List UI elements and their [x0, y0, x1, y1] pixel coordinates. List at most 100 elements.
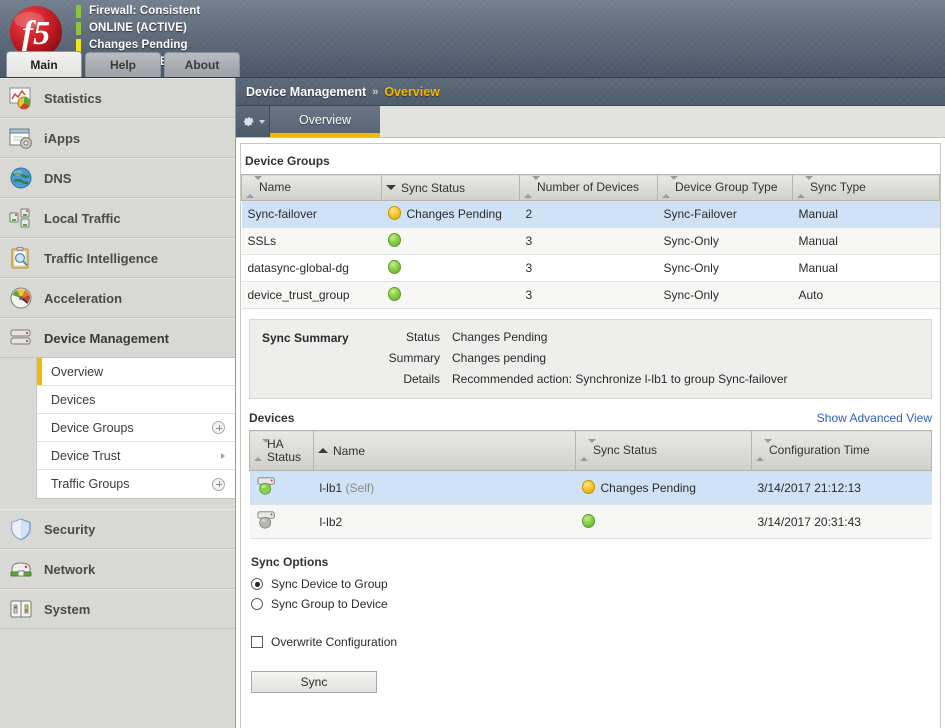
- table-row[interactable]: l-lb2 3/14/2017 20:31:43: [250, 505, 932, 539]
- cell-name: datasync-global-dg: [242, 255, 382, 282]
- tab-help[interactable]: Help: [85, 52, 161, 77]
- table-header-row: Name Sync Status Number of Devices Devic…: [242, 175, 940, 201]
- cell-name: device_trust_group: [242, 282, 382, 309]
- cell-ha-status: [250, 505, 314, 539]
- column-header-sync-type[interactable]: Sync Type: [793, 175, 940, 201]
- column-header-device-group-type[interactable]: Device Group Type: [658, 175, 793, 201]
- sidebar-item-network[interactable]: Network: [0, 549, 235, 589]
- tab-main[interactable]: Main: [6, 51, 82, 77]
- cell-sync-type: Manual: [793, 255, 940, 282]
- column-header-name[interactable]: Name: [242, 175, 382, 201]
- sidebar-item-dns[interactable]: DNS: [0, 158, 235, 198]
- column-header-ha-status[interactable]: HA Status: [250, 431, 314, 471]
- tab-about[interactable]: About: [164, 52, 240, 77]
- sidebar-item-label: Security: [44, 522, 95, 537]
- cell-configuration-time: 3/14/2017 20:31:43: [752, 505, 932, 539]
- column-header-sync-status[interactable]: Sync Status: [382, 175, 520, 201]
- sidebar-item-label: iApps: [44, 131, 80, 146]
- sync-summary-details-row: Details Recommended action: Synchronize …: [374, 372, 919, 386]
- gear-menu-button[interactable]: [236, 106, 270, 137]
- sort-arrows-icon: [797, 180, 805, 194]
- subitem-label: Device Trust: [51, 449, 120, 463]
- tab-overview[interactable]: Overview: [270, 106, 380, 137]
- radio-sync-group-to-device[interactable]: Sync Group to Device: [251, 597, 932, 611]
- cell-sync-type: Auto: [793, 282, 940, 309]
- cell-sync-status: [382, 282, 520, 309]
- show-advanced-view-link[interactable]: Show Advanced View: [817, 411, 932, 425]
- chevron-right-icon[interactable]: [221, 453, 225, 459]
- subitem-label: Overview: [51, 365, 103, 379]
- column-header-number-of-devices[interactable]: Number of Devices: [520, 175, 658, 201]
- checkbox-icon[interactable]: [251, 636, 263, 648]
- cell-sync-type: Manual: [793, 228, 940, 255]
- radio-sync-device-to-group[interactable]: Sync Device to Group: [251, 577, 932, 591]
- sidebar-item-system[interactable]: System: [0, 589, 235, 629]
- cell-device-group-type: Sync-Only: [658, 228, 793, 255]
- sidebar-item-label: Local Traffic: [44, 211, 121, 226]
- cell-sync-status: [382, 255, 520, 282]
- cell-number-of-devices: 3: [520, 228, 658, 255]
- sidebar-item-local-traffic[interactable]: Local Traffic: [0, 198, 235, 238]
- table-row[interactable]: Sync-failover Changes Pending 2 Sync-Fai…: [242, 201, 940, 228]
- table-row[interactable]: device_trust_group 3 Sync-Only Auto: [242, 282, 940, 309]
- status-row: Firewall: Consistent: [76, 3, 200, 19]
- cell-number-of-devices: 2: [520, 201, 658, 228]
- sidebar-subitem-traffic-groups[interactable]: Traffic Groups: [37, 470, 235, 498]
- sync-options-title: Sync Options: [251, 555, 932, 577]
- sync-options-section: Sync Options Sync Device to Group Sync G…: [251, 555, 932, 693]
- table-row[interactable]: l-lb1 (Self) Changes Pending 3/14/2017 2…: [250, 471, 932, 505]
- sidebar-subitem-overview[interactable]: Overview: [37, 358, 235, 386]
- table-row[interactable]: SSLs 3 Sync-Only Manual: [242, 228, 940, 255]
- breadcrumb: Device Management » Overview: [236, 78, 945, 106]
- sidebar-item-statistics[interactable]: Statistics: [0, 78, 235, 118]
- sort-arrows-icon: [246, 180, 254, 194]
- checkbox-overwrite-configuration[interactable]: Overwrite Configuration: [251, 635, 932, 649]
- subitem-label: Devices: [51, 393, 95, 407]
- sidebar-subitem-device-groups[interactable]: Device Groups: [37, 414, 235, 442]
- sync-summary-status-label: Status: [374, 330, 452, 344]
- sidebar-item-iapps[interactable]: iApps: [0, 118, 235, 158]
- device-name-suffix: (Self): [346, 481, 375, 495]
- status-indicator-bar: [76, 5, 81, 18]
- dns-globe-icon: [8, 165, 34, 191]
- statistics-icon: [8, 85, 34, 111]
- sidebar-item-traffic-intelligence[interactable]: Traffic Intelligence: [0, 238, 235, 278]
- sidebar-item-label: Statistics: [44, 91, 102, 106]
- local-traffic-icon: [8, 205, 34, 231]
- radio-label: Sync Group to Device: [271, 597, 388, 611]
- sync-summary-status-value: Changes Pending: [452, 330, 547, 344]
- sidebar-subitem-device-trust[interactable]: Device Trust: [37, 442, 235, 470]
- sidebar-item-device-management[interactable]: Device Management: [0, 318, 235, 358]
- status-ball-green-icon: [388, 260, 401, 274]
- sync-summary-summary-label: Summary: [374, 351, 452, 365]
- cell-sync-type: Manual: [793, 201, 940, 228]
- breadcrumb-root[interactable]: Device Management: [246, 85, 366, 99]
- sidebar-item-acceleration[interactable]: Acceleration: [0, 278, 235, 318]
- device-groups-title: Device Groups: [241, 152, 940, 174]
- sort-asc-icon: [318, 448, 328, 453]
- sync-button[interactable]: Sync: [251, 671, 377, 693]
- table-header-row: HA Status Name Sync Status Configuration…: [250, 431, 932, 471]
- column-header-device-sync-status[interactable]: Sync Status: [576, 431, 752, 471]
- sync-summary-title: Sync Summary: [262, 330, 374, 386]
- sidebar: Statistics iApps: [0, 78, 236, 728]
- radio-button-icon[interactable]: [251, 578, 263, 590]
- sync-summary-summary-value: Changes pending: [452, 351, 546, 365]
- column-header-configuration-time[interactable]: Configuration Time: [752, 431, 932, 471]
- cell-configuration-time: 3/14/2017 21:12:13: [752, 471, 932, 505]
- radio-button-icon[interactable]: [251, 598, 263, 610]
- sidebar-spacer: [0, 499, 235, 509]
- subitem-label: Traffic Groups: [51, 477, 130, 491]
- table-row[interactable]: datasync-global-dg 3 Sync-Only Manual: [242, 255, 940, 282]
- expand-plus-icon[interactable]: [212, 421, 225, 434]
- sidebar-subitem-devices[interactable]: Devices: [37, 386, 235, 414]
- status-ball-yellow-icon: [388, 206, 401, 220]
- sidebar-item-security[interactable]: Security: [0, 509, 235, 549]
- expand-plus-icon[interactable]: [212, 478, 225, 491]
- sort-arrows-icon: [580, 443, 588, 457]
- ha-status-standby-icon: [256, 510, 278, 530]
- ha-status-active-icon: [256, 476, 278, 496]
- svg-text:f5: f5: [22, 15, 50, 52]
- cell-sync-status: [382, 228, 520, 255]
- column-header-device-name[interactable]: Name: [314, 431, 576, 471]
